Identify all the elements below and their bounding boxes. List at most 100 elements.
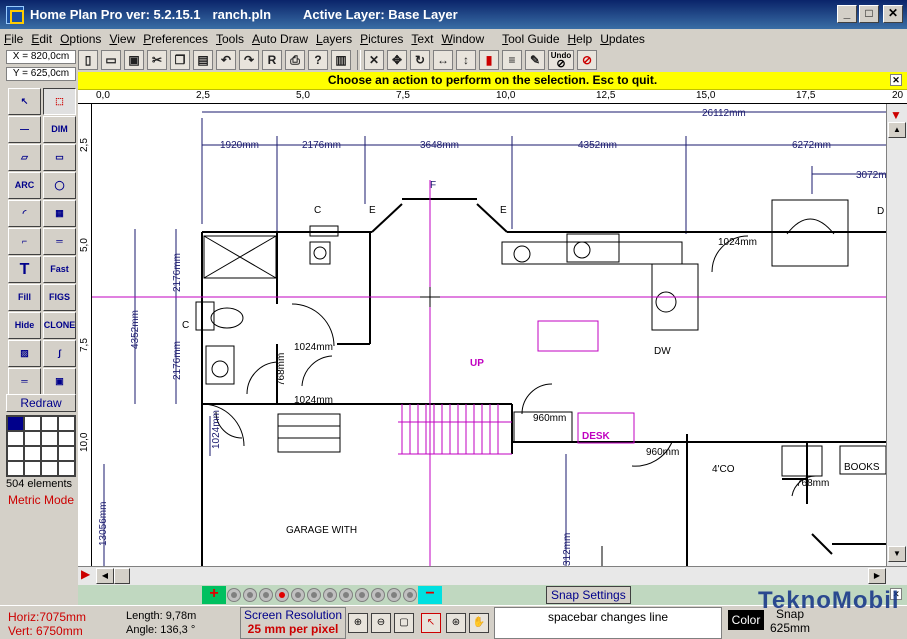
screen-resolution-box[interactable]: Screen Resolution 25 mm per pixel: [240, 607, 346, 639]
scroll-left-button[interactable]: ◀: [96, 568, 114, 584]
close-button[interactable]: ✕: [883, 5, 903, 23]
line-style-icon[interactable]: ≡: [502, 50, 522, 70]
layer-dot[interactable]: [387, 588, 401, 602]
print-icon[interactable]: ⎙: [285, 50, 305, 70]
menu-preferences[interactable]: Preferences: [139, 32, 212, 46]
layer-dot[interactable]: [339, 588, 353, 602]
door-tool[interactable]: ◜: [8, 200, 41, 227]
active-layer-label: Active Layer: Base Layer: [303, 7, 458, 22]
cut-icon[interactable]: ✂: [147, 50, 167, 70]
help-icon[interactable]: ?: [308, 50, 328, 70]
menu-help[interactable]: Help: [564, 32, 597, 46]
menu-file[interactable]: File: [0, 32, 27, 46]
snap-settings-button[interactable]: Snap Settings: [546, 586, 631, 604]
move-icon[interactable]: ✥: [387, 50, 407, 70]
undo-button[interactable]: Undo ⊘: [548, 50, 574, 70]
redraw-button[interactable]: Redraw: [6, 394, 76, 412]
double-line-tool[interactable]: ═: [8, 368, 41, 395]
layer-dot[interactable]: [355, 588, 369, 602]
layer-dot[interactable]: [227, 588, 241, 602]
hint-close-button[interactable]: ✕: [890, 74, 902, 86]
hint-bar: Choose an action to perform on the selec…: [78, 72, 907, 90]
zoom-fit-icon[interactable]: ▢: [394, 613, 414, 633]
no-edit-icon[interactable]: ⊘: [577, 50, 597, 70]
undo-arrow-icon[interactable]: ↶: [216, 50, 236, 70]
vertical-scrollbar[interactable]: ▼ ▲ ▼: [886, 104, 907, 566]
frame-tool[interactable]: ▣: [43, 368, 76, 395]
horizontal-scrollbar[interactable]: ▶ ◀ ▶: [78, 566, 907, 585]
menu-text[interactable]: Text: [407, 32, 437, 46]
menu-window[interactable]: Window: [437, 32, 488, 46]
redo-arrow-icon[interactable]: ↷: [239, 50, 259, 70]
copy-icon[interactable]: ❐: [170, 50, 190, 70]
rectangle-tool[interactable]: ▭: [43, 144, 76, 171]
wall-line-tool[interactable]: —: [8, 116, 41, 143]
rotate-icon[interactable]: ↻: [410, 50, 430, 70]
stair-tool[interactable]: ⌐: [8, 228, 41, 255]
layer-dot[interactable]: [323, 588, 337, 602]
room-outline-tool[interactable]: ▱: [8, 144, 41, 171]
dim-4352: 4352mm: [578, 140, 617, 151]
brush-icon[interactable]: ✎: [525, 50, 545, 70]
color-bars-icon[interactable]: ▮: [479, 50, 499, 70]
scroll-thumb[interactable]: [114, 568, 130, 584]
color-layer-icon[interactable]: ▥: [331, 50, 351, 70]
select-arrow-tool[interactable]: ↖: [8, 88, 41, 115]
menu-updates[interactable]: Updates: [596, 32, 649, 46]
zoom-select-icon[interactable]: ↖: [421, 613, 441, 633]
dim-v-312: 312mm: [562, 533, 573, 566]
scroll-right-button[interactable]: ▶: [868, 568, 886, 584]
layer-dot[interactable]: [371, 588, 385, 602]
window-grid-tool[interactable]: ▦: [43, 200, 76, 227]
menu-tool-guide[interactable]: Tool Guide: [498, 32, 563, 46]
add-layer-button[interactable]: +: [202, 586, 226, 604]
paste-icon[interactable]: ▤: [193, 50, 213, 70]
minimize-button[interactable]: _: [837, 5, 857, 23]
window-wall-tool[interactable]: ═: [43, 228, 76, 255]
menu-edit[interactable]: Edit: [27, 32, 56, 46]
zoom-in-icon[interactable]: ⊕: [348, 613, 368, 633]
select-box-tool[interactable]: ⬚: [43, 88, 76, 115]
fast-text-tool[interactable]: Fast: [43, 256, 76, 283]
menu-pictures[interactable]: Pictures: [356, 32, 407, 46]
app-icon[interactable]: [6, 5, 24, 24]
layer-dot-active[interactable]: [275, 588, 289, 602]
clone-tool[interactable]: CLONE: [43, 312, 76, 339]
arc-tool[interactable]: ARC: [8, 172, 41, 199]
menu-tools[interactable]: Tools: [212, 32, 248, 46]
menu-view[interactable]: View: [105, 32, 139, 46]
stretch-vertical-icon[interactable]: ↕: [456, 50, 476, 70]
picture-tool[interactable]: ▨: [8, 340, 41, 367]
hide-tool[interactable]: Hide: [8, 312, 41, 339]
remove-layer-button[interactable]: −: [418, 586, 442, 604]
maximize-button[interactable]: □: [859, 5, 879, 23]
layer-dot[interactable]: [307, 588, 321, 602]
report-icon[interactable]: R: [262, 50, 282, 70]
layer-dot[interactable]: [291, 588, 305, 602]
zoom-pan-icon[interactable]: ✋: [469, 613, 489, 633]
layer-dot[interactable]: [243, 588, 257, 602]
save-icon[interactable]: ▣: [124, 50, 144, 70]
fill-tool[interactable]: Fill: [8, 284, 41, 311]
curve-tool[interactable]: ∫: [43, 340, 76, 367]
new-file-icon[interactable]: ▯: [78, 50, 98, 70]
dimension-tool[interactable]: DIM: [43, 116, 76, 143]
layer-grid[interactable]: [6, 415, 76, 477]
layer-dot[interactable]: [403, 588, 417, 602]
zoom-window-icon[interactable]: ⊛: [446, 613, 466, 633]
menu-auto-draw[interactable]: Auto Draw: [248, 32, 312, 46]
scroll-down-button[interactable]: ▼: [888, 546, 906, 562]
menu-layers[interactable]: Layers: [312, 32, 356, 46]
scroll-up-button[interactable]: ▲: [888, 122, 906, 138]
circle-tool[interactable]: ◯: [43, 172, 76, 199]
stretch-horizontal-icon[interactable]: ↔: [433, 50, 453, 70]
drawing-canvas[interactable]: 26112mm 1920mm 2176mm 3648mm 4352mm 6272…: [92, 104, 886, 566]
text-tool[interactable]: T: [8, 256, 41, 283]
zoom-out-icon[interactable]: ⊖: [371, 613, 391, 633]
figures-tool[interactable]: FIGS: [43, 284, 76, 311]
menu-options[interactable]: Options: [56, 32, 105, 46]
open-folder-icon[interactable]: ▭: [101, 50, 121, 70]
label-books: BOOKS: [844, 462, 880, 473]
layer-dot[interactable]: [259, 588, 273, 602]
delete-x-icon[interactable]: ✕: [364, 50, 384, 70]
